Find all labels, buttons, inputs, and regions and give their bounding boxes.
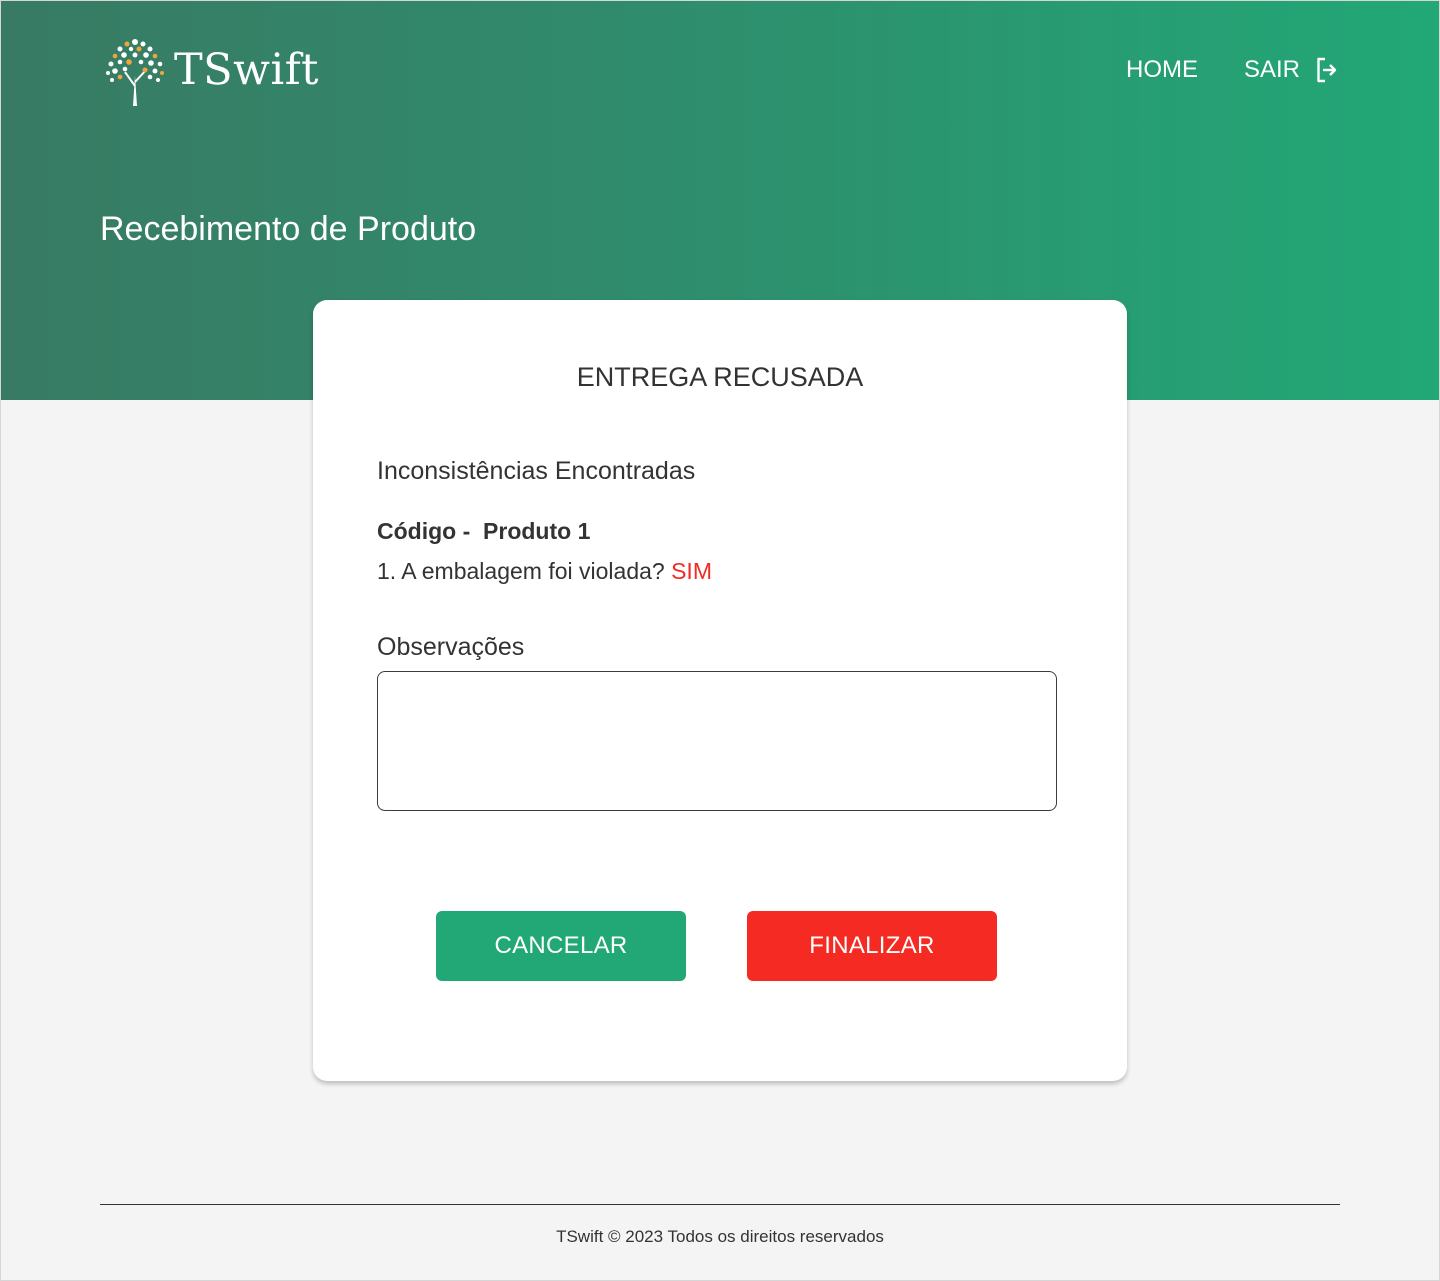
brand-name: TSwift xyxy=(174,45,319,95)
footer-copyright: TSwift © 2023 Todos os direitos reservad… xyxy=(556,1227,884,1246)
nav-home-label: HOME xyxy=(1125,56,1198,83)
top-nav: HOME SAIR xyxy=(1126,56,1338,84)
question-answer: SIM xyxy=(671,558,712,584)
question-text: 1. A embalagem foi violada? xyxy=(377,558,665,584)
page-title: Recebimento de Produto xyxy=(100,210,477,248)
inconsistency-item: 1. A embalagem foi violada? SIM xyxy=(377,558,712,585)
finish-button[interactable]: FINALIZAR xyxy=(747,911,997,981)
nav-home-link[interactable]: HOME xyxy=(1126,56,1198,84)
nav-logout-label: SAIR xyxy=(1243,56,1300,83)
observations-textarea[interactable] xyxy=(377,671,1057,811)
inconsistencies-heading: Inconsistências Encontradas xyxy=(377,457,696,485)
cancel-button[interactable]: CANCELAR xyxy=(436,911,686,981)
refusal-card: ENTREGA RECUSADA Inconsistências Encontr… xyxy=(313,300,1127,1081)
observations-label: Observações xyxy=(377,633,525,661)
nav-logout-link[interactable]: SAIR xyxy=(1244,56,1338,84)
tree-logo-icon xyxy=(104,36,166,108)
brand-logo[interactable]: TSwift xyxy=(104,36,319,108)
footer-divider xyxy=(100,1204,1340,1205)
card-title: ENTREGA RECUSADA xyxy=(576,362,864,392)
logout-icon xyxy=(1316,57,1338,83)
product-code-line: Código - Produto 1 xyxy=(377,518,591,544)
